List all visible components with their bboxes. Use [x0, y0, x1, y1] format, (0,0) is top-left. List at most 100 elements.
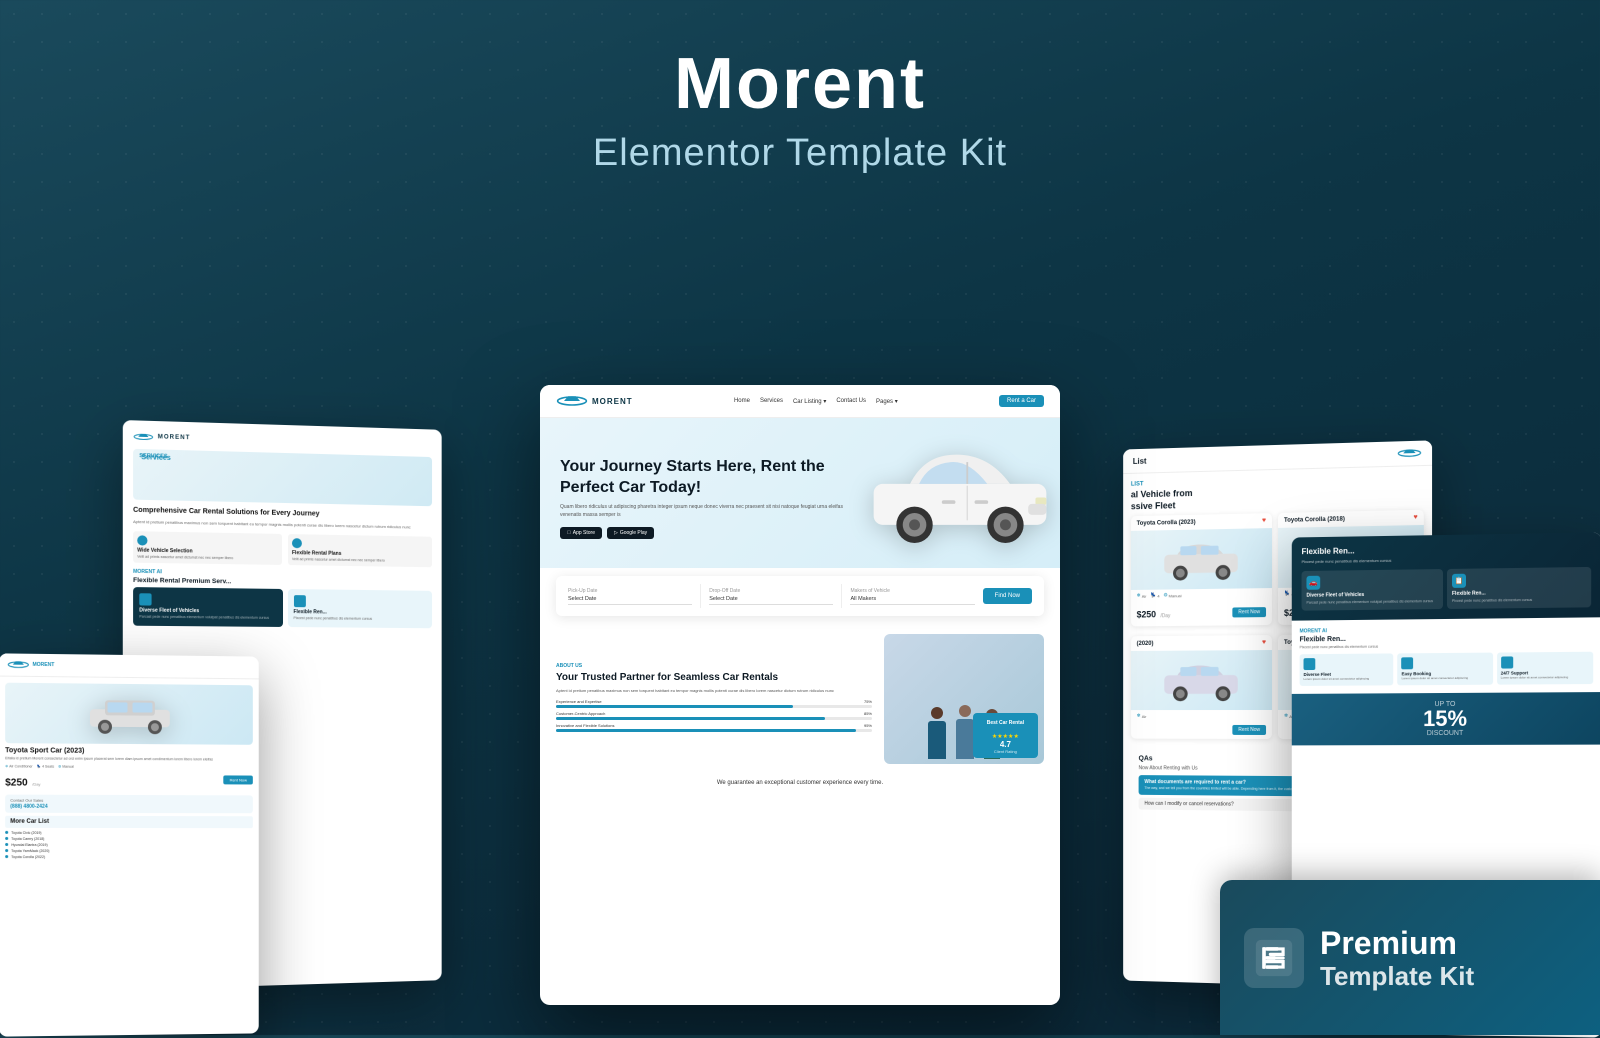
sr-car-1-image: [1131, 528, 1272, 590]
feature-1: Wide Vehicle Selection Velit ad primis n…: [133, 531, 282, 565]
srb-title: Flexible Ren...: [1302, 543, 1592, 556]
srb-section-para: Plxcest pede nunc penatibus dis elementu…: [1300, 643, 1594, 651]
sr-car-card-1: Toyota Corolla (2023) ♥: [1131, 513, 1272, 626]
sc-store-btns:  App Store ▷ Google Play: [560, 527, 850, 539]
sc-hero-title: Your Journey Starts Here, Rent the Perfe…: [560, 457, 850, 499]
list-dot-4: [5, 849, 8, 852]
best-rental-badge[interactable]: Best Car Rental: [981, 717, 1030, 729]
nav-carlisting[interactable]: Car Listing ▾: [793, 398, 826, 405]
play-icon: ▷: [614, 530, 618, 536]
dropoff-label: Drop-Off Date: [709, 588, 833, 594]
progress-item-2: Customer-Centric Approach 85%: [556, 711, 872, 720]
car-svg-1: [1157, 536, 1245, 582]
fleet-card-2: Flexible Ren... Plxcest pede nunc penati…: [287, 589, 432, 628]
nav-services[interactable]: Services: [760, 398, 783, 404]
morent-logo-center: [556, 393, 588, 409]
srb-dark-card-1: 🚗 Diverse Fleet of Vehicles Parcast pede…: [1302, 569, 1443, 611]
sr-car-2-title: Toyota Corolla (2018): [1284, 516, 1345, 523]
sr-rent-btn-1[interactable]: Rent Now: [1232, 607, 1266, 617]
srb-card-2-title: Flexible Ren...: [1452, 589, 1586, 597]
slb-logo-text: MORENT: [33, 662, 55, 668]
sc-hero: Your Journey Starts Here, Rent the Perfe…: [540, 418, 1060, 568]
rating-block: ★★★★★ 4.7 Client Rating: [981, 733, 1030, 754]
sc-about-para: Aptent id pretium penatibus maximus non …: [556, 688, 872, 694]
progress-fill-1: [556, 705, 793, 708]
progress-label-3: Innovative and Flexible Solutions 95%: [556, 723, 872, 728]
nav-home[interactable]: Home: [734, 398, 750, 404]
fleet-card-1: Diverse Fleet of Vehicles Parcast pede n…: [133, 587, 282, 627]
search-divider-1: [700, 584, 701, 608]
maker-group: Makers of Vehicle All Makers: [850, 588, 974, 605]
pickup-group: Pick-Up Date Select Date: [568, 588, 692, 605]
sc-footer-text: We guarantee an exceptional customer exp…: [540, 774, 1060, 792]
pickup-label: Pick-Up Date: [568, 588, 692, 594]
car-svg-3: [1157, 658, 1245, 703]
slb-rent-btn[interactable]: Rent Now: [224, 776, 253, 785]
page-subtitle: Elementor Template Kit: [0, 132, 1600, 175]
hero-car-svg: [860, 438, 1060, 548]
list-dot-5: [5, 855, 8, 858]
apple-icon: : [567, 530, 571, 536]
fleet-card-2-text: Plxcest pede nunc penatibus dis elementu…: [293, 616, 426, 622]
feat-seats-1: 💺 4: [1150, 593, 1159, 599]
sr-heart-3[interactable]: ♥: [1262, 639, 1266, 646]
sc-logo-text: MORENT: [592, 397, 633, 406]
feat-manual-1: ⚙ Manual: [1163, 593, 1181, 599]
car-name-3: Hyundai Elantra (2019): [11, 843, 47, 847]
seats-icon-1: 💺: [1150, 593, 1156, 599]
car-name-4: Toyota YarnMack (2020): [11, 849, 49, 853]
star-rating: ★★★★★: [981, 733, 1030, 740]
slb-car-list-title: More Car List: [5, 816, 253, 828]
app-store-btn[interactable]:  App Store: [560, 527, 602, 539]
seats-icon-2: 💺: [1284, 591, 1290, 597]
sr-list-title: List: [1133, 456, 1147, 465]
slb-price-block: $250 /Day: [5, 772, 40, 790]
dropoff-input[interactable]: Select Date: [709, 596, 833, 605]
pickup-input[interactable]: Select Date: [568, 596, 692, 605]
sc-hero-car-image: [860, 438, 1040, 558]
person-1: [926, 707, 948, 759]
person-2-head: [959, 705, 971, 717]
discount-label: DISCOUNT: [1423, 730, 1467, 737]
fleet-card-1-icon: [139, 593, 151, 605]
srb-para: Plxcest pede nunc penatibus dis elementu…: [1302, 555, 1592, 565]
sr-card-3-header: (2020) ♥: [1131, 635, 1272, 651]
elementor-logo-icon: [1254, 938, 1294, 978]
ac-icon-4: ❄: [1284, 713, 1288, 719]
services-label: SERVICES: [139, 453, 167, 460]
list-dot-3: [5, 843, 8, 846]
sr-price-1: $250 /Day: [1137, 605, 1171, 623]
slb-car-item-3: Hyundai Elantra (2019): [5, 843, 253, 847]
sr-heart-1[interactable]: ♥: [1262, 518, 1266, 525]
nav-contact[interactable]: Contact Us: [836, 398, 866, 404]
google-play-btn[interactable]: ▷ Google Play: [607, 527, 654, 539]
list-dot-2: [5, 837, 8, 840]
srb-dark-cards: 🚗 Diverse Fleet of Vehicles Parcast pede…: [1302, 567, 1592, 611]
car-name-5: Toyota Corolla (2022): [11, 855, 45, 859]
sc-rent-car-btn[interactable]: Rent a Car: [999, 395, 1044, 407]
srb-dark-section: Flexible Ren... Plxcest pede nunc penati…: [1292, 532, 1600, 620]
srb-mini-text-2: Lorem ipsum dolor sit amet consectetur a…: [1402, 676, 1489, 680]
nav-pages[interactable]: Pages ▾: [876, 398, 898, 405]
premium-icon-container: [1244, 928, 1304, 988]
sr-heart-2[interactable]: ♥: [1413, 514, 1417, 521]
progress-fill-2: [556, 717, 825, 720]
sc-logo: MORENT: [556, 393, 633, 409]
sr-car-3-features: ❄ Air: [1131, 710, 1272, 722]
left-section-title: Comprehensive Car Rental Solutions for E…: [133, 506, 432, 521]
person-1-body: [928, 721, 946, 759]
sr-rent-btn-3[interactable]: Rent Now: [1232, 725, 1266, 735]
progress-item-3: Innovative and Flexible Solutions 95%: [556, 723, 872, 732]
ac-icon-1: ❄: [1137, 593, 1141, 599]
sc-nav-links: Home Services Car Listing ▾ Contact Us P…: [734, 398, 898, 405]
srb-mini-icon-1: [1304, 658, 1316, 670]
screenshots-container: MORENT SERVICES Comprehensive Car Rental…: [0, 335, 1600, 1035]
feat-ac-1: ❄ Air: [1137, 593, 1147, 599]
find-now-btn[interactable]: Find Now: [983, 588, 1032, 604]
slb-car-item-1: Toyota Civic (2019): [5, 831, 253, 835]
progress-label-1: Experience and Expertise 75%: [556, 699, 872, 704]
progress-fill-3: [556, 729, 856, 732]
srb-card-1-title: Diverse Fleet of Vehicles: [1306, 591, 1438, 599]
maker-select[interactable]: All Makers: [850, 596, 974, 605]
screen-center-main: MORENT Home Services Car Listing ▾ Conta…: [540, 385, 1060, 1005]
